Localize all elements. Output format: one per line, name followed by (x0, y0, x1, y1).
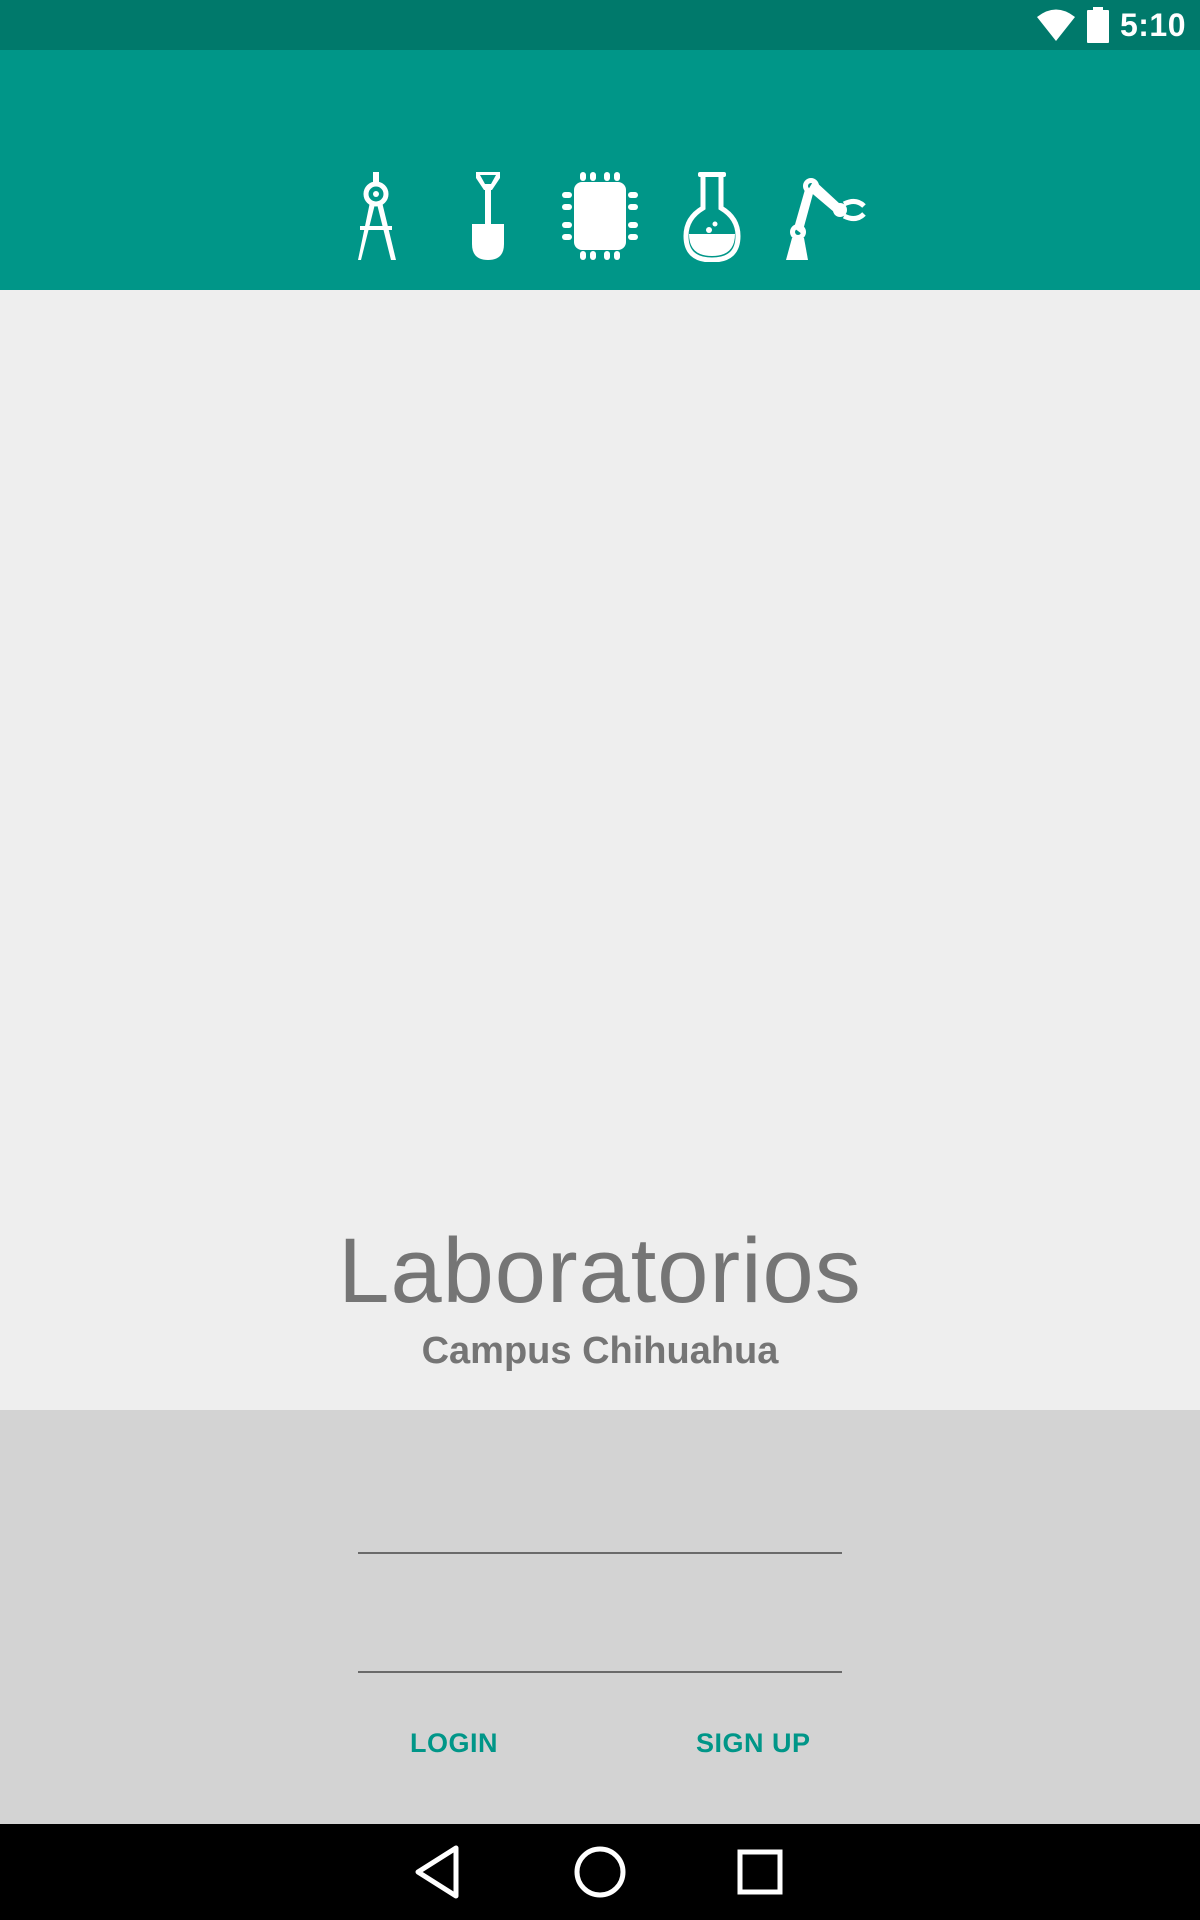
main-content: Laboratorios Campus Chihuahua (0, 290, 1200, 1410)
recents-icon[interactable] (730, 1842, 790, 1902)
password-field[interactable] (358, 1617, 842, 1673)
username-field[interactable] (358, 1498, 842, 1554)
status-bar: 5:10 (0, 0, 1200, 50)
page-subtitle: Campus Chihuahua (421, 1330, 779, 1372)
app-header (0, 50, 1200, 290)
page-title: Laboratorios (338, 1220, 862, 1322)
microchip-icon (562, 172, 638, 260)
lab-icons-row (0, 172, 1200, 262)
back-icon[interactable] (408, 1842, 468, 1902)
flask-icon (683, 172, 741, 262)
signup-button[interactable]: SIGN UP (680, 1718, 827, 1769)
shovel-icon (472, 172, 504, 260)
wifi-icon (1036, 9, 1075, 41)
login-form: LOGIN SIGN UP (0, 1410, 1200, 1824)
compass-drafting-icon (358, 172, 396, 260)
login-button[interactable]: LOGIN (394, 1718, 514, 1769)
navigation-bar (0, 1824, 1200, 1920)
home-icon[interactable] (570, 1842, 630, 1902)
robotic-arm-icon (786, 178, 866, 260)
status-icons: 5:10 (1036, 0, 1186, 50)
status-time: 5:10 (1119, 6, 1186, 43)
battery-icon (1086, 7, 1109, 43)
